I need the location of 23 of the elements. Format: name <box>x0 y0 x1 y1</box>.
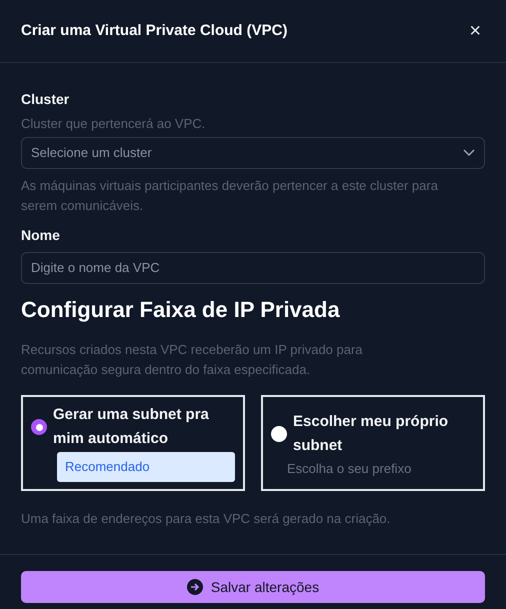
arrow-right-circle-icon <box>186 579 203 595</box>
radio-button[interactable] <box>271 426 287 442</box>
option-subtext: Escolha o seu prefixo <box>287 460 412 478</box>
range-note: Uma faixa de endereços para esta VPC será gerado na criação. <box>21 510 392 528</box>
recommended-badge: Recomendado <box>57 452 235 482</box>
field-label: Nome <box>21 226 61 244</box>
dialog-title: Criar uma Virtual Private Cloud (VPC) <box>21 20 288 41</box>
section-description: Recursos criados nesta VPC receberão um IP privado para comunicação segura dentro do faixa especificada. <box>21 340 364 379</box>
subnet-option-card[interactable]: Escolher meu próprio subnet Escolha o seu prefixo <box>261 394 485 490</box>
section-heading: Configurar Faixa de IP Privada <box>21 296 341 324</box>
close-button[interactable]: × <box>469 21 485 41</box>
option-label: Gerar uma subnet pra mim automático <box>53 405 210 450</box>
name-input[interactable]: Digite o nome da VPC <box>21 252 485 284</box>
save-button[interactable]: Salvar alterações <box>21 571 485 603</box>
subnet-option-card[interactable]: Gerar uma subnet pra mim automático Recomendado <box>21 394 245 490</box>
field-hint: As máquinas virtuais participantes deverão pertencer a este cluster para serem comunicáveis. <box>21 176 439 214</box>
option-label: Escolher meu próprio subnet <box>293 412 450 456</box>
select-placeholder: Selecione um cluster <box>31 144 152 162</box>
chevron-down-icon <box>463 148 475 156</box>
field-description: Cluster que pertencerá ao VPC. <box>21 115 206 133</box>
field-label: Cluster <box>21 90 70 109</box>
cluster-select[interactable]: Selecione um cluster <box>21 136 485 168</box>
radio-button[interactable] <box>31 419 47 436</box>
